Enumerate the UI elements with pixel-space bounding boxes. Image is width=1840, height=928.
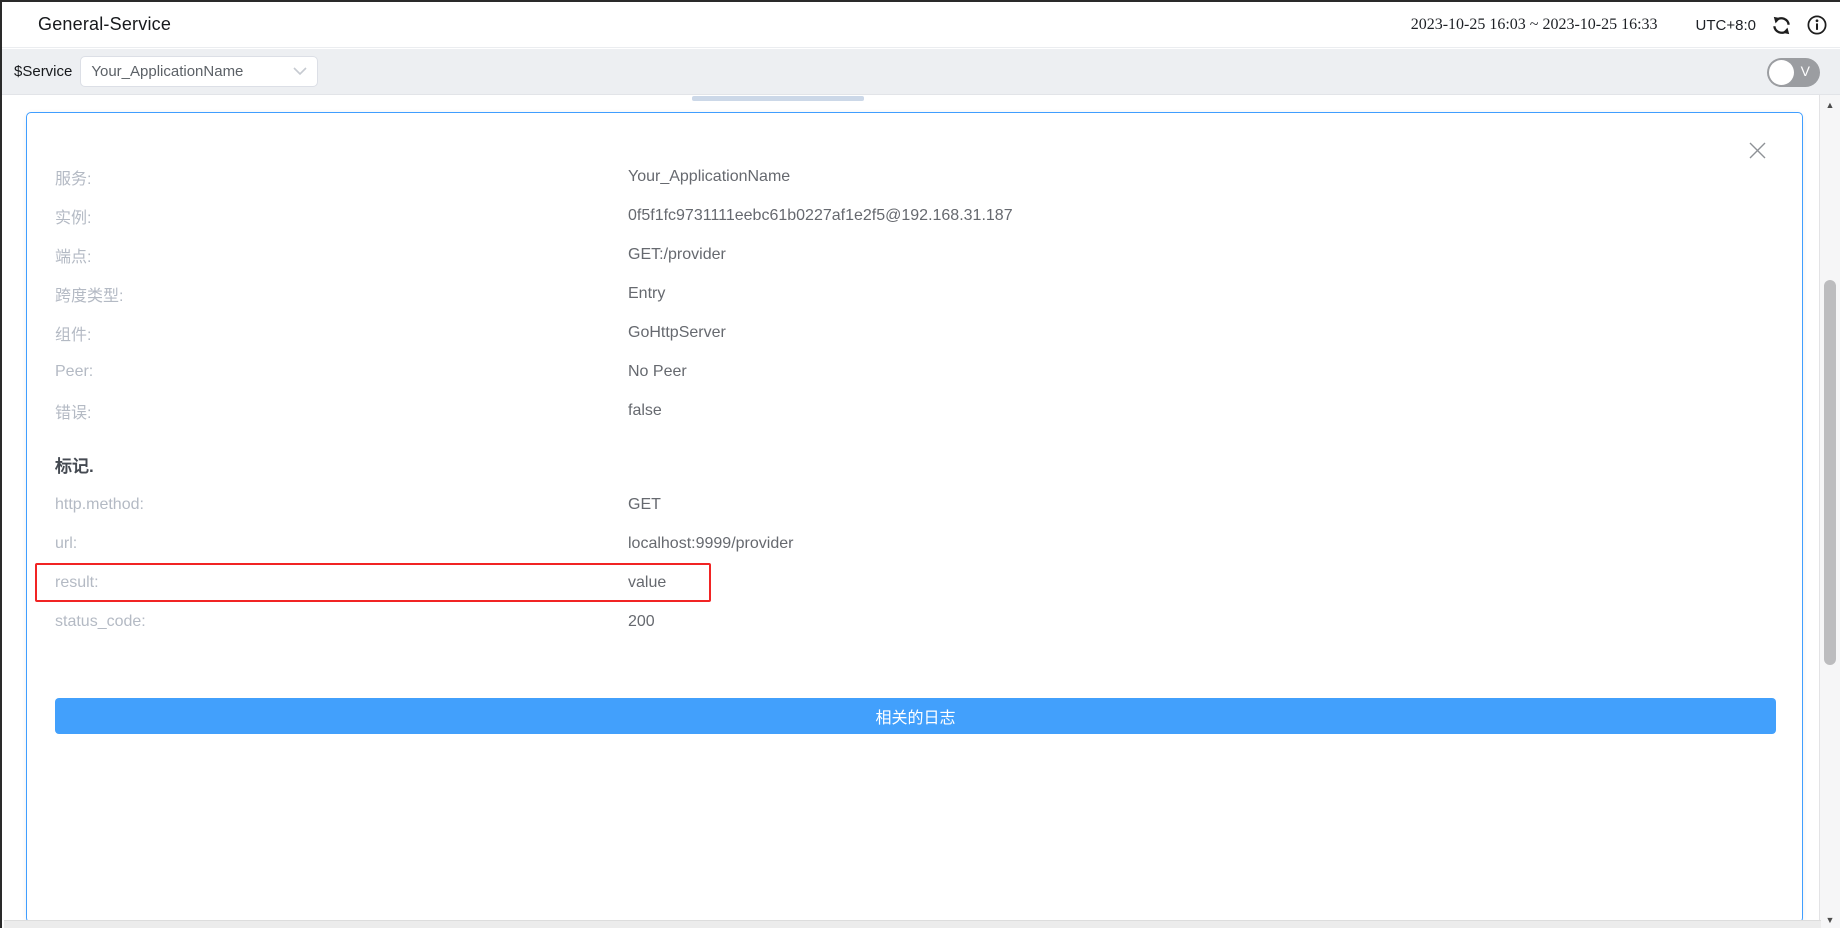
scroll-down-arrow[interactable]: ▼ xyxy=(1820,913,1840,927)
detail-row-value: GET xyxy=(628,496,661,514)
detail-row-value: GoHttpServer xyxy=(628,324,726,342)
chevron-down-icon xyxy=(293,63,307,81)
vertical-scrollbar[interactable]: ▲ ▼ xyxy=(1819,95,1840,928)
app-window: General-Service 2023-10-25 16:03 ~ 2023-… xyxy=(0,0,1840,928)
detail-row-value: GET:/provider xyxy=(628,246,726,264)
detail-row-value: 200 xyxy=(628,613,655,631)
detail-row-label: 实例: xyxy=(55,204,628,228)
detail-row: 端点: GET:/provider xyxy=(27,235,1802,274)
detail-row-label: result: xyxy=(55,574,628,592)
horizontal-scrollbar[interactable] xyxy=(4,920,1821,928)
service-toolbar: $Service Your_ApplicationName V xyxy=(2,49,1840,95)
detail-row-label: 跨度类型: xyxy=(55,282,628,306)
detail-row-label: status_code: xyxy=(55,613,628,631)
toggle-knob xyxy=(1769,60,1794,85)
detail-row-value: localhost:9999/provider xyxy=(628,535,793,553)
service-select-value: Your_ApplicationName xyxy=(91,63,293,80)
detail-row: result: value xyxy=(27,563,1802,602)
background-widget-edge xyxy=(692,96,864,101)
related-logs-button[interactable]: 相关的日志 xyxy=(55,698,1776,734)
refresh-icon[interactable] xyxy=(1770,14,1792,36)
detail-row-value: value xyxy=(628,574,666,592)
version-toggle[interactable]: V xyxy=(1767,58,1820,87)
detail-row-value: Your_ApplicationName xyxy=(628,168,790,186)
detail-row-value: No Peer xyxy=(628,363,687,381)
detail-row-value: Entry xyxy=(628,285,665,303)
header-right-group: 2023-10-25 16:03 ~ 2023-10-25 16:33 UTC+… xyxy=(1411,2,1828,48)
toggle-label: V xyxy=(1801,63,1810,79)
page-title: General-Service xyxy=(38,14,171,35)
detail-row: 服务: Your_ApplicationName xyxy=(27,157,1802,196)
detail-row: 错误: false xyxy=(27,391,1802,430)
detail-row: url: localhost:9999/provider xyxy=(27,524,1802,563)
info-icon[interactable] xyxy=(1806,14,1828,36)
detail-row-label: Peer: xyxy=(55,363,628,381)
detail-row-value: false xyxy=(628,402,662,420)
detail-row-label: 端点: xyxy=(55,243,628,267)
detail-row-value: 0f5f1fc9731111eebc61b0227af1e2f5@192.168… xyxy=(628,207,1013,225)
scrollbar-thumb[interactable] xyxy=(1824,280,1836,665)
app-header: General-Service 2023-10-25 16:03 ~ 2023-… xyxy=(2,2,1840,48)
detail-row-label: 组件: xyxy=(55,321,628,345)
detail-row-label: 服务: xyxy=(55,165,628,189)
detail-row: 组件: GoHttpServer xyxy=(27,313,1802,352)
service-label: $Service xyxy=(14,63,72,80)
detail-row: 实例: 0f5f1fc9731111eebc61b0227af1e2f5@192… xyxy=(27,196,1802,235)
detail-row-label: url: xyxy=(55,535,628,553)
detail-row: 跨度类型: Entry xyxy=(27,274,1802,313)
span-tags-list: http.method: GET url: localhost:9999/pro… xyxy=(27,485,1802,641)
time-range[interactable]: 2023-10-25 16:03 ~ 2023-10-25 16:33 xyxy=(1411,16,1658,34)
tags-section-title: 标记. xyxy=(55,452,94,477)
span-field-list: 服务: Your_ApplicationName 实例: 0f5f1fc9731… xyxy=(27,157,1802,430)
span-detail-modal: 服务: Your_ApplicationName 实例: 0f5f1fc9731… xyxy=(26,112,1803,923)
timezone-label[interactable]: UTC+8:0 xyxy=(1696,17,1756,34)
detail-row: http.method: GET xyxy=(27,485,1802,524)
scroll-up-arrow[interactable]: ▲ xyxy=(1820,98,1840,112)
detail-row: Peer: No Peer xyxy=(27,352,1802,391)
detail-row: status_code: 200 xyxy=(27,602,1802,641)
detail-row-label: http.method: xyxy=(55,496,628,514)
service-select[interactable]: Your_ApplicationName xyxy=(80,56,318,87)
detail-row-label: 错误: xyxy=(55,399,628,423)
